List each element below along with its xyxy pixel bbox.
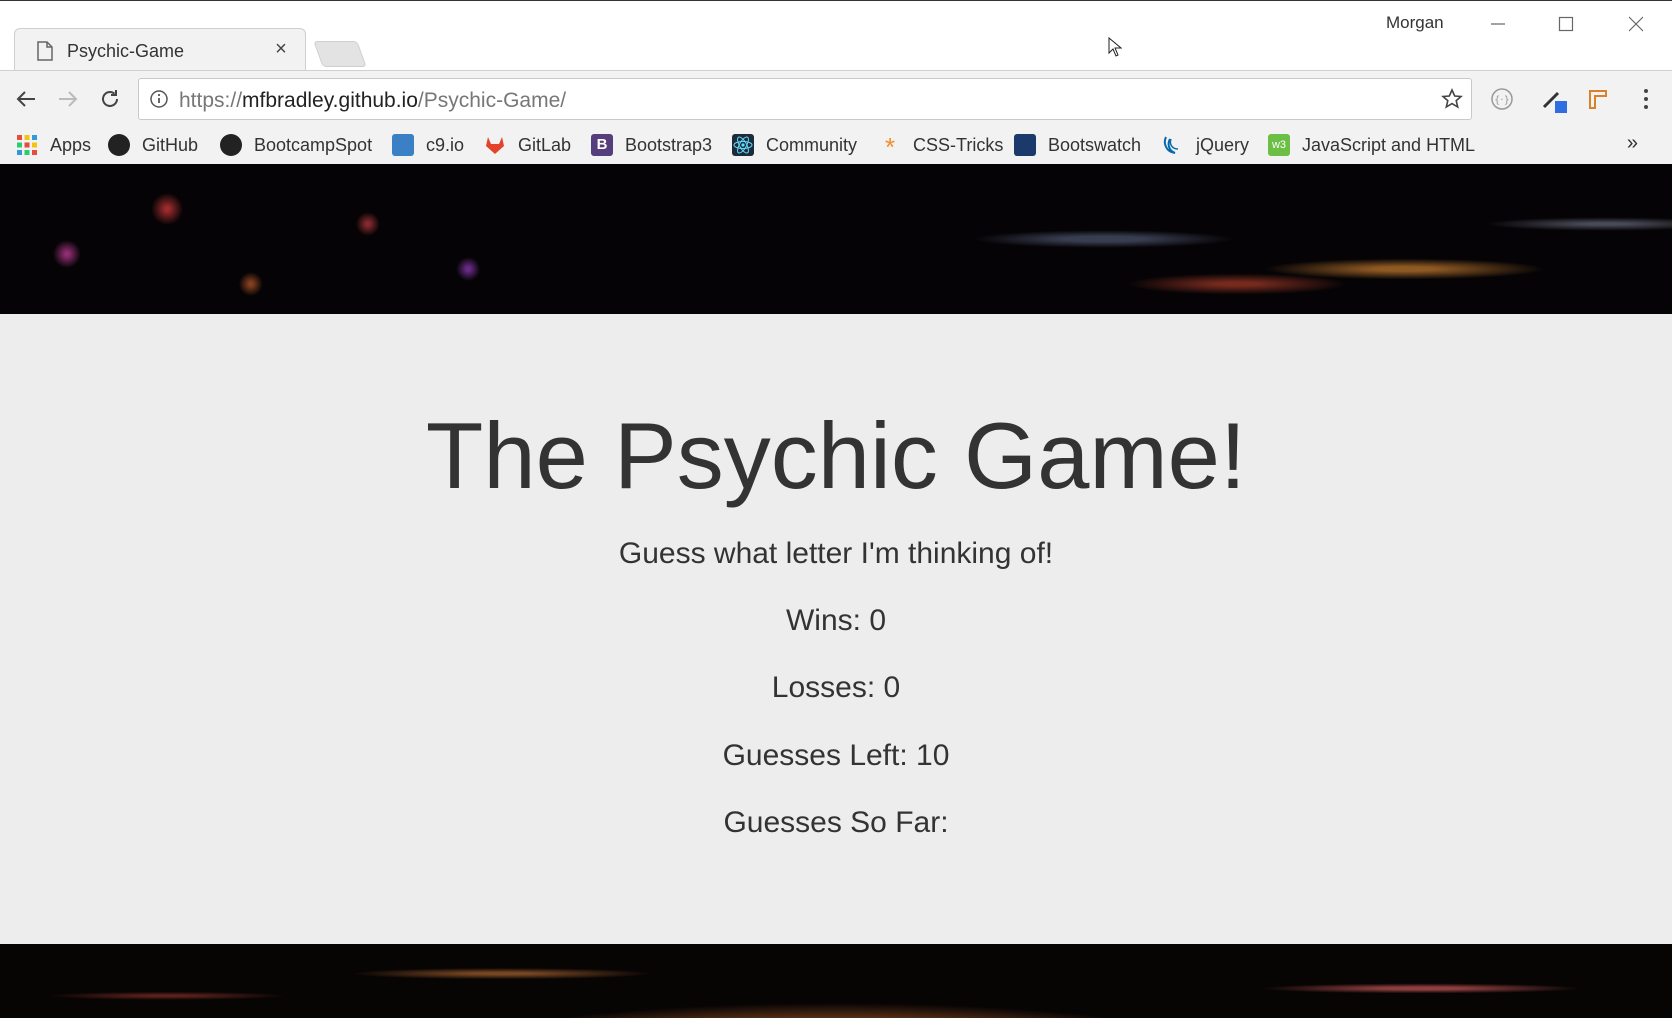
minimize-icon[interactable] [1478, 7, 1518, 41]
bookmarks-bar: Apps GitHub BootcampSpot c9.io GitLab B … [0, 126, 1672, 165]
losses-counter: Losses: 0 [771, 671, 901, 704]
game-subtitle: Guess what letter I'm thinking of! [618, 537, 1054, 570]
cloud9-icon [392, 134, 414, 156]
document-icon [37, 41, 53, 61]
bookmark-jquery[interactable]: jQuery [1162, 130, 1249, 160]
bookmark-css-tricks[interactable]: * CSS-Tricks [879, 130, 1003, 160]
forward-arrow-icon[interactable] [52, 83, 84, 115]
extension-circle-icon[interactable]: {·} [1486, 83, 1518, 115]
bootstrap-icon: B [591, 134, 613, 156]
bookmark-label: GitLab [518, 134, 572, 155]
bookmark-label: Apps [50, 134, 92, 155]
page-title: The Psychic Game! [425, 403, 1247, 508]
bookmark-label: c9.io [426, 134, 465, 155]
top-banner-image [0, 164, 1672, 314]
wins-counter: Wins: 0 [785, 604, 887, 637]
github-icon [220, 134, 242, 156]
apps-grid-icon [17, 135, 37, 155]
browser-toolbar: https://mfbradley.github.io/Psychic-Game… [0, 70, 1672, 127]
bookmark-label: Community [766, 134, 858, 155]
guesses-left-counter: Guesses Left: 10 [722, 739, 950, 772]
address-bar[interactable]: https://mfbradley.github.io/Psychic-Game… [138, 78, 1472, 120]
bookmark-community[interactable]: Community [732, 130, 857, 160]
url-path: /Psychic-Game/ [417, 89, 567, 112]
bookmark-javascript-and-html[interactable]: w3 JavaScript and HTML [1268, 130, 1475, 160]
bookmark-label: JavaScript and HTML [1302, 134, 1476, 155]
close-window-icon[interactable] [1616, 7, 1656, 41]
bookmark-label: Bootstrap3 [625, 134, 713, 155]
bookmark-bootswatch[interactable]: Bootswatch [1014, 130, 1141, 160]
game-content: The Psychic Game! Guess what letter I'm … [0, 314, 1672, 944]
url-host: mfbradley.github.io [242, 89, 418, 112]
bookmark-label: CSS-Tricks [913, 134, 1004, 155]
bookmark-label: jQuery [1196, 134, 1250, 155]
gitlab-icon [486, 137, 504, 154]
react-icon [732, 134, 754, 156]
profile-name[interactable]: Morgan [1386, 13, 1444, 33]
bookmark-label: GitHub [142, 134, 199, 155]
title-bar: Psychic-Game × Morgan [0, 0, 1672, 73]
close-tab-icon[interactable]: × [271, 39, 291, 59]
new-tab-button[interactable] [313, 41, 367, 67]
tab-psychic-game[interactable]: Psychic-Game × [14, 28, 306, 73]
bookmark-bootstrap3[interactable]: B Bootstrap3 [591, 130, 712, 160]
github-icon [108, 134, 130, 156]
svg-text:{·}: {·} [1494, 95, 1510, 106]
bootswatch-icon [1014, 134, 1036, 156]
bookmark-c9[interactable]: c9.io [392, 130, 464, 160]
bookmark-label: BootcampSpot [254, 134, 373, 155]
guesses-so-far-list: Guesses So Far: [723, 806, 949, 839]
asterisk-icon: * [884, 132, 896, 162]
bookmark-label: Bootswatch [1048, 134, 1142, 155]
info-icon[interactable] [149, 89, 169, 109]
ruler-extension-icon[interactable] [1582, 83, 1614, 115]
eyedropper-extension-icon[interactable] [1538, 83, 1570, 115]
bookmark-gitlab[interactable]: GitLab [484, 130, 571, 160]
bookmark-bootcampspot[interactable]: BootcampSpot [220, 130, 372, 160]
bookmark-apps[interactable]: Apps [16, 130, 91, 160]
mouse-cursor-icon [1108, 37, 1122, 57]
bookmark-github[interactable]: GitHub [108, 130, 198, 160]
w3-icon: w3 [1268, 134, 1290, 156]
back-arrow-icon[interactable] [10, 83, 42, 115]
bookmarks-overflow-icon[interactable]: » [1627, 132, 1638, 155]
bottom-banner-image [0, 944, 1672, 1018]
jquery-icon [1163, 136, 1179, 154]
url-scheme: https:// [179, 89, 243, 112]
bookmark-star-icon[interactable] [1441, 88, 1463, 110]
maximize-icon[interactable] [1546, 7, 1586, 41]
url-text: https://mfbradley.github.io/Psychic-Game… [179, 89, 566, 113]
reload-icon[interactable] [94, 83, 126, 115]
tab-title: Psychic-Game [67, 40, 185, 61]
kebab-menu-icon[interactable] [1630, 83, 1662, 115]
